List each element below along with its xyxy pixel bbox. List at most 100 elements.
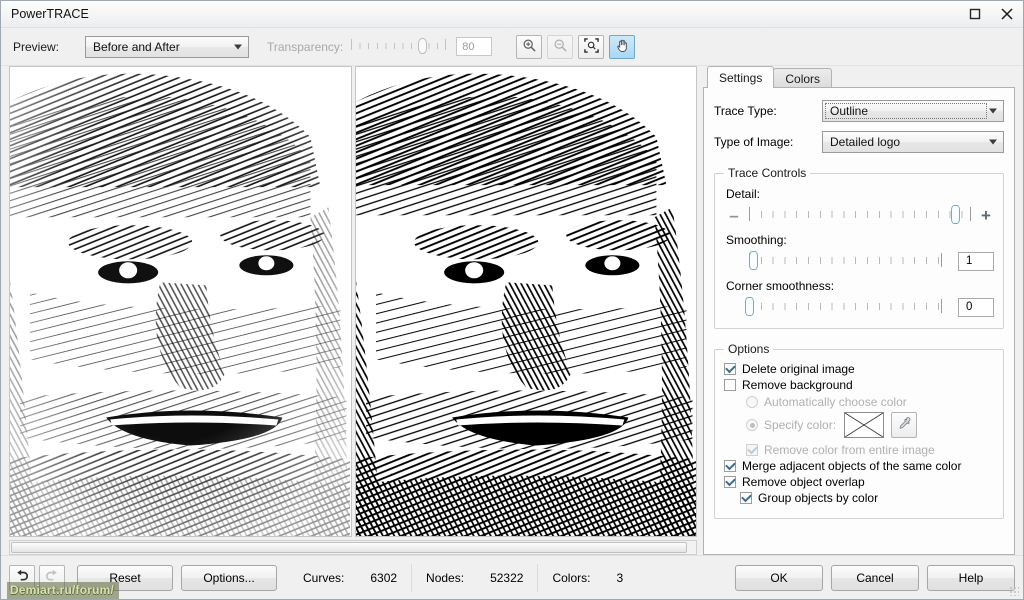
group-objects-by-color-checkbox[interactable]: Group objects by color — [724, 491, 994, 505]
corner-smoothness-value-field[interactable]: 0 — [958, 297, 994, 317]
tab-settings-label: Settings — [719, 70, 763, 85]
checkbox-icon — [724, 460, 736, 472]
traced-result-preview[interactable] — [354, 66, 697, 537]
options-group: Options Delete original image Remove bac… — [714, 342, 1004, 519]
tab-colors[interactable]: Colors — [773, 68, 833, 88]
zoom-out-button[interactable] — [547, 34, 574, 59]
pan-tool-button[interactable] — [609, 34, 636, 59]
transparency-slider-thumb[interactable] — [418, 37, 428, 54]
corner-smoothness-label: Corner smoothness: — [726, 279, 835, 293]
zoom-in-button[interactable] — [516, 34, 543, 59]
chevron-down-icon — [989, 108, 997, 114]
original-image-preview[interactable] — [9, 66, 352, 537]
colors-label: Colors: — [552, 570, 591, 585]
remove-color-entire-image-label: Remove color from entire image — [764, 443, 935, 457]
smoothing-slider-ticks — [749, 257, 942, 264]
transparency-value-field[interactable]: 80 — [456, 37, 493, 56]
smoothing-label: Smoothing: — [726, 233, 787, 247]
cancel-button[interactable]: Cancel — [831, 564, 919, 591]
delete-original-image-checkbox[interactable]: Delete original image — [724, 362, 994, 376]
options-legend: Options — [728, 342, 770, 356]
tab-settings[interactable]: Settings — [707, 66, 775, 88]
powertrace-dialog: PowerTRACE Preview: Before and After Tra… — [0, 0, 1024, 600]
settings-panel: Settings Colors Trace Type: Outline Type… — [697, 66, 1015, 555]
image-type-row: Type of Image: Detailed logo — [714, 131, 1004, 153]
no-color-swatch[interactable] — [844, 412, 885, 438]
smoothing-slider[interactable] — [748, 251, 942, 271]
preview-toolbar: Preview: Before and After Transparency: … — [1, 28, 1023, 66]
detail-increase-button[interactable]: + — [978, 207, 994, 224]
help-button-label: Help — [958, 570, 984, 585]
trace-type-select[interactable]: Outline — [822, 100, 1004, 122]
window-controls — [959, 1, 1023, 27]
nodes-value: 52322 — [490, 570, 524, 585]
maximize-button[interactable] — [959, 1, 991, 27]
status-divider — [411, 563, 413, 592]
remove-background-checkbox[interactable]: Remove background — [724, 378, 994, 392]
specify-color-row: Specify color: — [746, 412, 994, 438]
background-color-options: Automatically choose color Specify color… — [724, 395, 994, 457]
detail-slider[interactable] — [749, 205, 971, 225]
scrollbar-thumb[interactable] — [11, 542, 688, 553]
smoothing-slider-end-cap — [941, 253, 942, 267]
ok-button[interactable]: OK — [735, 564, 823, 591]
options-button[interactable]: Options... — [181, 564, 277, 591]
traced-portrait-vector — [355, 67, 696, 536]
corner-smoothness-slider-row: 0 — [724, 297, 994, 317]
window-title: PowerTRACE — [11, 7, 89, 21]
transparency-slider[interactable] — [351, 35, 447, 59]
resize-grip[interactable] — [1009, 586, 1019, 596]
automatically-choose-color-radio: Automatically choose color — [746, 395, 994, 409]
detail-slider-row: – + — [724, 205, 994, 225]
specify-color-radio: Specify color: — [746, 418, 836, 432]
chevron-down-icon — [989, 139, 997, 145]
trace-controls-legend: Trace Controls — [728, 166, 807, 180]
preview-mode-select[interactable]: Before and After — [85, 35, 249, 58]
original-portrait-engraving — [10, 67, 351, 536]
settings-tab-panel: Trace Type: Outline Type of Image: Detai… — [703, 87, 1015, 555]
preview-mode-value: Before and After — [93, 39, 180, 54]
corner-smoothness-slider-thumb[interactable] — [745, 297, 754, 316]
remove-object-overlap-checkbox[interactable]: Remove object overlap — [724, 475, 994, 489]
trace-type-label: Trace Type: — [714, 104, 777, 118]
smoothing-slider-thumb[interactable] — [748, 251, 758, 270]
remove-background-label: Remove background — [742, 378, 853, 392]
checkbox-icon — [724, 363, 736, 375]
preview-panes — [9, 66, 697, 537]
smoothing-value-field[interactable]: 1 — [958, 251, 994, 271]
radio-icon — [746, 419, 758, 431]
merge-adjacent-objects-checkbox[interactable]: Merge adjacent objects of the same color — [724, 459, 994, 473]
image-type-select[interactable]: Detailed logo — [822, 131, 1004, 153]
specify-color-label: Specify color: — [764, 418, 837, 432]
title-bar: PowerTRACE — [1, 1, 1023, 28]
eyedropper-icon — [897, 416, 912, 434]
dialog-buttons: OK Cancel Help — [735, 564, 1015, 591]
remove-color-entire-image-checkbox: Remove color from entire image — [746, 443, 994, 457]
trace-type-row: Trace Type: Outline — [714, 100, 1004, 122]
close-button[interactable] — [991, 1, 1023, 27]
tab-colors-label: Colors — [785, 71, 821, 86]
zoom-in-icon — [522, 38, 537, 56]
eyedropper-button[interactable] — [891, 412, 918, 438]
preview-horizontal-scrollbar[interactable] — [9, 540, 697, 555]
curves-stat: Curves: 6302 — [299, 563, 401, 593]
help-button[interactable]: Help — [927, 564, 1015, 591]
fit-to-window-button[interactable] — [578, 34, 605, 59]
ok-button-label: OK — [770, 570, 788, 585]
detail-decrease-button[interactable]: – — [726, 207, 742, 224]
colors-stat: Colors: 3 — [548, 563, 627, 593]
close-icon — [1000, 7, 1014, 21]
checkbox-icon — [740, 492, 752, 504]
corner-smoothness-slider[interactable] — [745, 297, 942, 317]
detail-slider-thumb[interactable] — [951, 205, 961, 224]
settings-tabs: Settings Colors — [703, 66, 1015, 88]
dialog-body: Settings Colors Trace Type: Outline Type… — [1, 66, 1023, 555]
nodes-stat: Nodes: 52322 — [422, 563, 527, 593]
image-type-label: Type of Image: — [714, 135, 794, 149]
preview-area — [9, 66, 697, 555]
transparency-slider-end-cap — [445, 38, 447, 50]
curves-label: Curves: — [303, 570, 345, 585]
transparency-slider-start-cap — [351, 38, 353, 50]
trace-controls-group: Trace Controls Detail: – + Smoothing: 1 … — [714, 166, 1004, 329]
detail-label: Detail: — [726, 187, 761, 201]
